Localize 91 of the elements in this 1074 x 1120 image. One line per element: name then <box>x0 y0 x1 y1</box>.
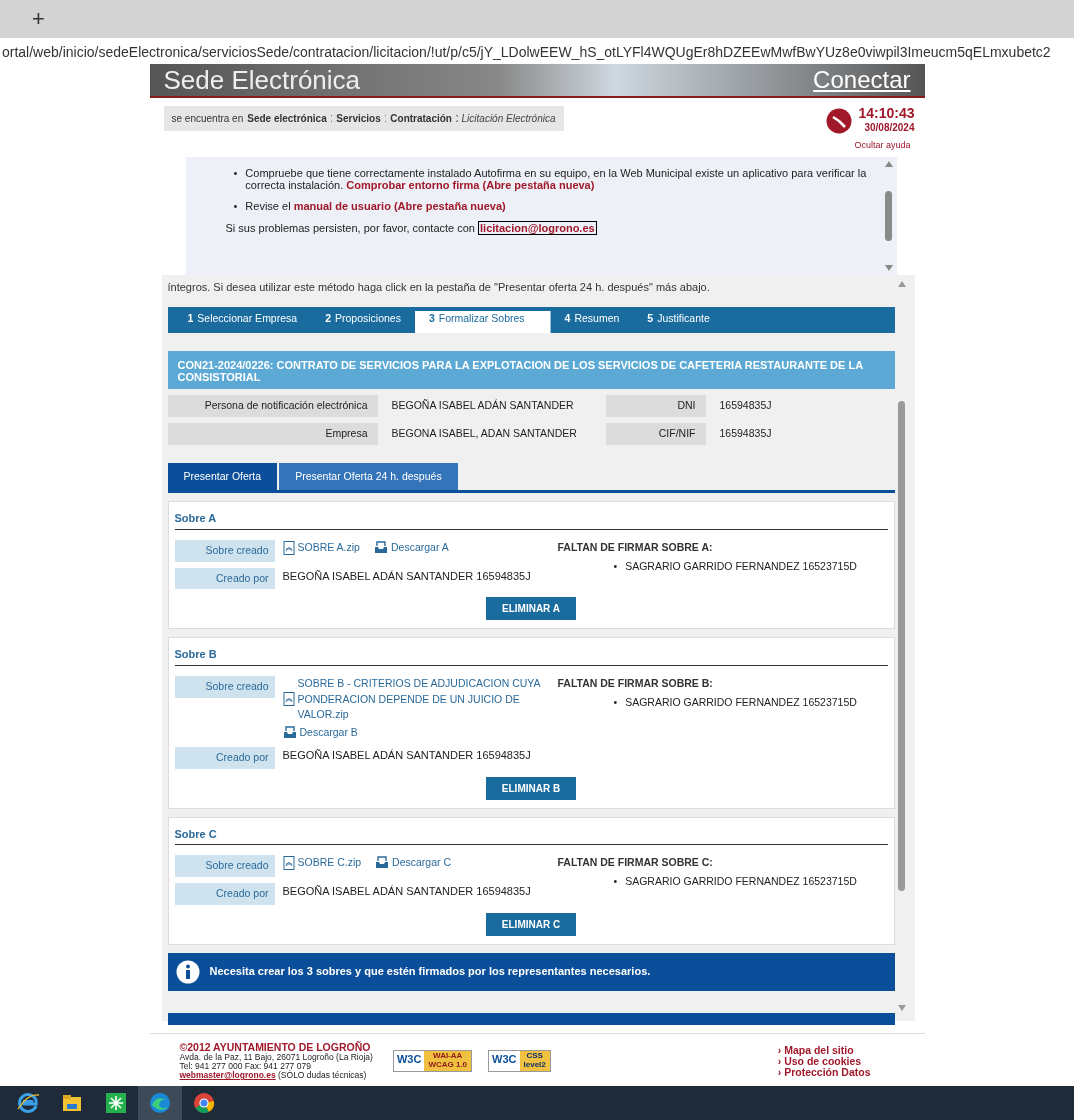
contact-text: Si sus problemas persisten, por favor, contacte con licitacion@logrono.es <box>225 220 598 237</box>
scrollbar-thumb[interactable] <box>885 190 892 241</box>
help-item: Revise el manual de usuario (Abre pestaña nueva) <box>245 199 506 213</box>
field-value: 16594835J <box>719 425 772 441</box>
delete-button[interactable]: ELIMINAR A <box>486 597 576 621</box>
bullet: • <box>233 199 238 213</box>
info-text: Necesita crear los 3 sobres y que estén firmados por los representantes necesarios. <box>209 964 651 980</box>
breadcrumb-item[interactable]: Contratación <box>390 111 452 126</box>
pending-title: FALTAN DE FIRMAR SOBRE B: <box>557 675 714 691</box>
download-icon <box>373 541 388 555</box>
field-label: CIF/NIF <box>605 422 706 445</box>
field-label: Creado por <box>174 882 275 905</box>
footer-org: ©2012 AYUNTAMIENTO DE LOGROÑO <box>179 1042 371 1054</box>
field-label: Empresa <box>167 422 378 445</box>
browser-icon <box>16 1091 40 1115</box>
info-icon <box>175 959 200 984</box>
offer-tab[interactable]: Presentar Oferta <box>167 462 278 491</box>
field-label: Sobre creado <box>174 539 275 562</box>
pdf-icon <box>282 540 295 555</box>
field-value: BEGOÑA ISABEL ADÁN SANTANDER 16594835J <box>282 568 532 584</box>
field-label: Creado por <box>174 746 275 769</box>
file-link[interactable]: SOBRE B - CRITERIOS DE ADJUDICACION CUYA PONDERACION DEPENDE DE UN JUICIO DE VALOR.zip <box>282 675 550 724</box>
asterisk-icon <box>104 1091 128 1115</box>
section-title: Sobre A <box>174 510 888 530</box>
file-link[interactable]: SOBRE A.zip <box>282 539 360 556</box>
download-icon <box>282 726 297 740</box>
notice-text: íntegros. Si desea utilizar este método haga click en la pestaña de "Presentar oferta 24 h. después" más abajo. <box>167 279 711 295</box>
clock-date: 30/08/2024 <box>863 121 915 135</box>
footer-phone: Tel: 941 277 000 Fax: 941 277 079 <box>179 1062 311 1072</box>
chrome-icon <box>192 1091 216 1115</box>
file-link[interactable]: SOBRE C.zip <box>282 855 362 871</box>
step-tab[interactable]: 4 Resumen <box>550 307 634 333</box>
footer-address: Avda. de la Paz, 11 Bajo, 26071 Logroño (La Rioja) <box>179 1053 373 1063</box>
footer-link[interactable]: › Protección Datos <box>777 1066 871 1078</box>
help-link[interactable]: manual de usuario (Abre pestaña nueva) <box>293 199 506 212</box>
signer-name: SAGRARIO GARRIDO FERNANDEZ 16523715D <box>625 874 857 889</box>
footer-note: (SÓLO dudas técnicas) <box>278 1070 367 1081</box>
delete-button[interactable]: ELIMINAR C <box>485 912 577 936</box>
section-title: Sobre B <box>174 646 888 666</box>
breadcrumb-item: Licitación Electrónica <box>461 112 556 126</box>
webmaster-link[interactable]: webmaster@logrono.es <box>179 1070 276 1081</box>
download-link[interactable]: Descargar A <box>373 539 449 556</box>
help-item: Compruebe que tiene correctamente instalado Autofirma en su equipo, en la Web Municipal existe un aplicativo para verificar la correcta instalación. Comprobar entorno firma (Abre pestaña nueva) <box>245 166 868 192</box>
bullet: • <box>613 874 618 889</box>
breadcrumb-item[interactable]: Servicios <box>336 111 381 126</box>
scroll-down-icon[interactable] <box>897 1005 906 1012</box>
offer-tab[interactable]: Presentar Oferta 24 h. después <box>279 462 458 491</box>
new-tab-button[interactable]: + <box>28 8 49 30</box>
step-tab[interactable]: 2 Proposiciones <box>311 307 415 333</box>
hide-help-link[interactable]: Ocultar ayuda <box>854 140 911 150</box>
field-label: Creado por <box>174 567 275 590</box>
site-title: Sede Electrónica <box>163 67 361 93</box>
step-tab[interactable]: 5 Justificante <box>633 307 724 333</box>
download-link[interactable]: Descargar C <box>375 855 452 871</box>
download-link[interactable]: Descargar B <box>282 725 358 741</box>
scroll-down-icon[interactable] <box>884 264 893 271</box>
swirl-icon <box>148 1091 172 1115</box>
bullet: • <box>613 695 618 710</box>
pending-title: FALTAN DE FIRMAR SOBRE A: <box>557 539 714 555</box>
scroll-up-icon[interactable] <box>884 160 893 167</box>
field-value: BEGOÑA ISABEL ADÁN SANTANDER 16594835J <box>282 747 532 763</box>
pending-title: FALTAN DE FIRMAR SOBRE C: <box>557 855 714 871</box>
bullet: • <box>233 166 238 181</box>
field-label: Sobre creado <box>174 675 275 698</box>
field-value: 16594835J <box>719 398 772 414</box>
step-tab[interactable]: 1 Seleccionar Empresa <box>173 307 312 333</box>
field-value: BEGOÑA ISABEL ADÁN SANTANDER <box>391 398 575 414</box>
help-link[interactable]: Comprobar entorno firma (Abre pestaña nueva) <box>346 179 595 192</box>
download-icon <box>375 856 390 870</box>
signer-name: SAGRARIO GARRIDO FERNANDEZ 16523715D <box>625 559 857 574</box>
breadcrumb-prefix: se encuentra en <box>171 112 244 126</box>
field-label: Sobre creado <box>174 855 275 877</box>
field-label: Persona de notificación electrónica <box>167 395 378 417</box>
email-link[interactable]: licitacion@logrono.es <box>478 221 597 236</box>
section-title: Sobre C <box>174 825 888 846</box>
delete-button[interactable]: ELIMINAR B <box>485 776 577 800</box>
field-value: BEGOÑA ISABEL ADÁN SANTANDER 16594835J <box>282 883 532 899</box>
connect-link[interactable]: Conectar <box>813 68 911 92</box>
clock-time: 14:10:43 <box>858 106 915 120</box>
scroll-up-icon[interactable] <box>897 280 906 287</box>
pdf-icon <box>282 692 295 707</box>
scrollbar-thumb[interactable] <box>898 400 905 891</box>
field-value: BEGONA ISABEL, ADAN SANTANDER <box>391 425 578 441</box>
bullet: • <box>613 559 618 574</box>
signer-name: SAGRARIO GARRIDO FERNANDEZ 16523715D <box>625 695 857 710</box>
footer-link[interactable]: › Uso de cookies <box>777 1055 871 1067</box>
contract-title: CON21-2024/0226: CONTRATO DE SERVICIOS PARA LA EXPLOTACION DE LOS SERVICIOS DE CAFETERIA RESTAURANTE DE LA CONSISTORIAL <box>167 351 895 390</box>
breadcrumb-item[interactable]: Sede electrónica <box>247 111 327 126</box>
field-label: DNI <box>605 395 706 417</box>
pdf-icon <box>282 855 295 870</box>
footer-link[interactable]: › Mapa del sitio <box>777 1044 871 1056</box>
